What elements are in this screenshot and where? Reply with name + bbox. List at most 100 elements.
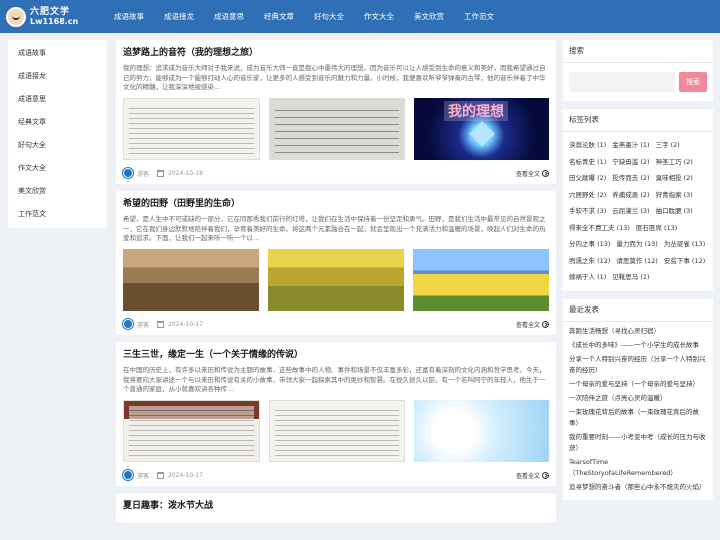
tag-link[interactable]: 泱翁沦肤 (1) <box>569 137 606 154</box>
sidebar-item-idiom-story[interactable]: 成语故事 <box>8 42 107 65</box>
article-thumbnail[interactable] <box>268 98 406 160</box>
tag-link[interactable]: 见靴思马 (1) <box>612 269 649 286</box>
article-thumbnail[interactable] <box>413 249 549 311</box>
nav-item-work-templates[interactable]: 工作范文 <box>454 0 504 33</box>
article-thumbnail[interactable] <box>414 400 550 462</box>
article-title[interactable]: 追梦路上的音符（我的理想之旅） <box>123 47 549 59</box>
tag-link[interactable]: 得来全不费工夫 (13) <box>569 220 630 237</box>
tag-link[interactable]: 嫁祸于人 (1) <box>569 269 606 286</box>
article-excerpt: 希望，是人生中不可或缺的一部分，它在同那秀我们前行的灯塔，让我们在生活中保持着一… <box>123 215 546 242</box>
tag-link[interactable]: 请思莫作 (12) <box>616 253 657 270</box>
recent-post-link[interactable]: 分享一个人特别兴奋的经历（分享一个人特别兴奋的经历） <box>569 354 707 376</box>
tag-link[interactable]: 分内之事 (13) <box>569 236 610 253</box>
search-button[interactable]: 搜索 <box>679 72 707 92</box>
tag-link[interactable]: 匪石匪席 (13) <box>636 220 677 237</box>
tag-link[interactable]: 狩青指索 (3) <box>656 187 693 204</box>
tag-cloud: 泱翁沦肤 (1) 金燕墨汁 (1) 三字 (2) 名标青史 (1) 宁缺毋滥 (2) 神圣… <box>563 132 713 291</box>
recent-posts-heading: 最近发表 <box>563 299 713 322</box>
recent-post-link[interactable]: 一个母亲的爱与坚持（一个母亲的爱与坚持） <box>569 379 707 390</box>
publish-date: 2024-10-18 <box>168 169 203 177</box>
site-logo[interactable]: 六肥文学 Lw1168.cn <box>0 0 104 33</box>
logo-text: 六肥文学 <box>30 6 71 17</box>
main-nav: 成语故事 成语接龙 成语意思 经典文章 好句大全 作文大全 美文欣赏 工作范文 <box>104 0 504 33</box>
read-more-link[interactable]: 查看全文 <box>516 471 549 480</box>
search-heading: 搜索 <box>563 40 713 63</box>
article-list: 追梦路上的音符（我的理想之旅） 我的理想：追求成为音乐大师对于我来说，成为音乐大… <box>116 40 556 530</box>
tag-link[interactable]: 宁缺毋滥 (2) <box>612 154 649 171</box>
tag-link[interactable]: 名标青史 (1) <box>569 154 606 171</box>
author-avatar <box>123 319 133 329</box>
sidebar-item-idiom-meaning[interactable]: 成语意思 <box>8 88 107 111</box>
nav-item-prose[interactable]: 美文欣赏 <box>404 0 454 33</box>
article-title[interactable]: 三生三世，缘定一生（一个关于情缘的传说） <box>123 349 549 361</box>
nav-item-idiom-story[interactable]: 成语故事 <box>104 0 154 33</box>
tag-link[interactable]: 神圣工巧 (2) <box>656 154 693 171</box>
heart-icon <box>468 121 495 147</box>
recent-post-link[interactable]: 奔跑生活畅想（寻找心灵归宿） <box>569 326 707 337</box>
tag-link[interactable]: 养痈成患 (2) <box>612 187 649 204</box>
article-meta: 游客 2024-10-18 查看全文 <box>123 168 549 178</box>
article-thumbnail[interactable] <box>268 249 404 311</box>
tag-link[interactable]: 手软不求 (3) <box>569 203 606 220</box>
thumbnail-caption: 我的理想 <box>443 101 508 121</box>
article-title[interactable]: 夏日趣事：泼水节大战 <box>123 500 549 512</box>
tag-link[interactable]: 煦濡之朱 (12) <box>569 253 610 270</box>
tag-list-box: 标签列表 泱翁沦肤 (1) 金燕墨汁 (1) 三字 (2) 名标青史 (1) 宁缺毋滥 … <box>563 109 713 291</box>
recent-posts-box: 最近发表 奔跑生活畅想（寻找心灵归宿） 《成长中的多味》——一个小学生的成长故事分… <box>563 298 713 500</box>
nav-item-classic-articles[interactable]: 经典文章 <box>254 0 304 33</box>
article-images: 我的理想 <box>123 98 550 160</box>
recent-post-link[interactable]: TearsofTime（TheStoryofaLifeRemembered） <box>569 457 707 479</box>
tag-link[interactable]: 安贫下事 (12) <box>664 253 705 270</box>
article-title[interactable]: 希望的田野（田野里的生命） <box>123 198 549 210</box>
article-excerpt: 我的理想：追求成为音乐大师对于我来说，成为音乐大师一直是我心中最伟大的理想，因为… <box>123 64 546 91</box>
author-name: 游客 <box>137 321 150 329</box>
nav-item-good-sentences[interactable]: 好句大全 <box>304 0 354 33</box>
article-card: 夏日趣事：泼水节大战 <box>116 493 556 523</box>
read-more-link[interactable]: 查看全文 <box>516 169 549 178</box>
article-thumbnail[interactable] <box>123 98 260 160</box>
sidebar-item-classic-articles[interactable]: 经典文章 <box>8 111 107 134</box>
article-thumbnail[interactable]: 我的理想 <box>414 98 550 160</box>
search-box: 搜索 搜索 <box>563 40 713 101</box>
article-thumbnail[interactable] <box>123 400 260 462</box>
article-thumbnail[interactable] <box>123 249 259 311</box>
tag-link[interactable]: 为丛驱雀 (13) <box>664 236 705 253</box>
nav-item-idiom-chain[interactable]: 成语接龙 <box>154 0 204 33</box>
logo-avatar-icon <box>6 6 26 27</box>
tag-link[interactable]: 三字 (2) <box>656 137 680 154</box>
nav-item-idiom-meaning[interactable]: 成语意思 <box>204 0 254 33</box>
tag-link[interactable]: 云屈灌兰 (3) <box>612 203 649 220</box>
tag-link[interactable]: 臭味相投 (2) <box>656 170 693 187</box>
calendar-icon <box>157 471 165 479</box>
tag-link[interactable]: 投传而去 (2) <box>612 170 649 187</box>
tag-link[interactable]: 田父献曝 (2) <box>569 170 606 187</box>
tag-link[interactable]: 穴居野处 (2) <box>569 187 606 204</box>
article-images <box>123 400 550 462</box>
tag-link[interactable]: 量力而为 (13) <box>616 236 657 253</box>
article-thumbnail[interactable] <box>268 400 406 462</box>
recent-post-link[interactable]: 《成长中的多味》——一个小学生的成长故事 <box>569 340 707 351</box>
arrow-right-icon <box>542 471 549 479</box>
recent-post-link[interactable]: 我的重要时刻——小考变中考（成长的压力与收获） <box>569 432 707 454</box>
sidebar-item-work-templates[interactable]: 工作范文 <box>8 203 107 226</box>
sidebar-item-good-sentences[interactable]: 好句大全 <box>8 134 107 157</box>
recent-post-link[interactable]: 一次陪伴之旅（点亮心灵的温暖） <box>569 393 707 404</box>
read-more-link[interactable]: 查看全文 <box>516 320 549 329</box>
sidebar-item-essays[interactable]: 作文大全 <box>8 157 107 180</box>
calendar-icon <box>157 169 165 177</box>
top-navigation-bar: 六肥文学 Lw1168.cn 成语故事 成语接龙 成语意思 经典文章 好句大全 … <box>0 0 720 33</box>
sidebar-item-idiom-chain[interactable]: 成语接龙 <box>8 65 107 88</box>
tag-link[interactable]: 抽口耽腮 (3) <box>656 203 693 220</box>
recent-post-link[interactable]: 追寻梦想的奋斗者（那些心中永不熄灭的火焰） <box>569 482 707 493</box>
right-sidebar: 搜索 搜索 标签列表 泱翁沦肤 (1) 金燕墨汁 (1) 三字 (2) 名标青史 (1… <box>563 40 713 508</box>
author-avatar <box>123 168 133 178</box>
sidebar-item-prose[interactable]: 美文欣赏 <box>8 180 107 203</box>
search-input[interactable] <box>569 72 675 92</box>
author-name: 游客 <box>137 472 150 480</box>
nav-item-essays[interactable]: 作文大全 <box>354 0 404 33</box>
author-avatar <box>123 470 133 480</box>
recent-post-link[interactable]: 一束玫瑰花背后的故事（一束玫瑰花背后的故事） <box>569 407 707 429</box>
tag-link[interactable]: 金燕墨汁 (1) <box>612 137 649 154</box>
article-card: 希望的田野（田野里的生命） 希望，是人生中不可或缺的一部分，它在同那秀我们前行的… <box>116 191 556 335</box>
author-name: 游客 <box>137 170 150 178</box>
